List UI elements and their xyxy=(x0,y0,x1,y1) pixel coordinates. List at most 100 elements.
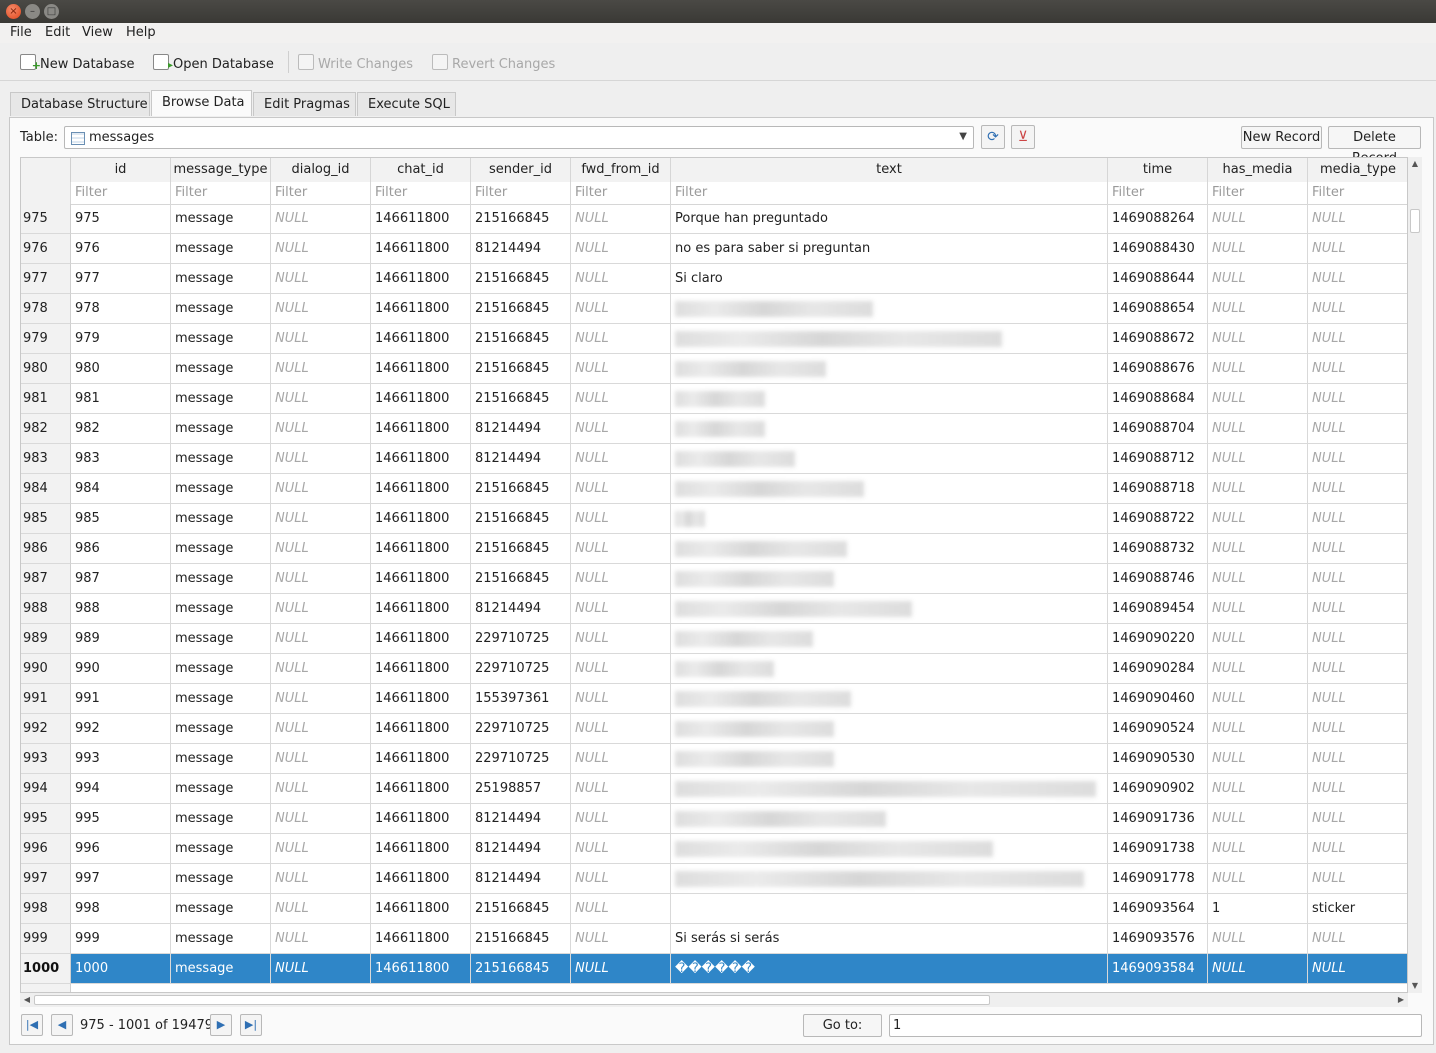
cell-message-type[interactable]: message xyxy=(171,264,271,294)
cell-has-media[interactable]: NULL xyxy=(1208,714,1308,744)
cell-media-type[interactable]: NULL xyxy=(1308,354,1407,384)
cell-sender-id[interactable]: 81214494 xyxy=(471,864,571,894)
cell-id[interactable]: 988 xyxy=(71,594,171,624)
filter-time[interactable]: Filter xyxy=(1108,182,1208,204)
next-page-button[interactable]: ▶ xyxy=(210,1014,232,1036)
cell-has-media[interactable]: NULL xyxy=(1208,924,1308,954)
new-database-button[interactable]: New Database xyxy=(20,54,135,75)
cell-sender-id[interactable]: 215166845 xyxy=(471,474,571,504)
row-number[interactable]: 993 xyxy=(21,744,71,774)
cell-sender-id[interactable]: 229710725 xyxy=(471,744,571,774)
cell-dialog-id[interactable]: NULL xyxy=(271,264,371,294)
cell-fwd-from-id[interactable]: NULL xyxy=(571,924,671,954)
filter-dialog-id[interactable]: Filter xyxy=(271,182,371,204)
cell-chat-id[interactable]: 146611800 xyxy=(371,384,471,414)
cell-sender-id[interactable]: 229710725 xyxy=(471,714,571,744)
row-number[interactable]: 997 xyxy=(21,864,71,894)
header-text[interactable]: text xyxy=(671,158,1108,182)
cell-fwd-from-id[interactable]: NULL xyxy=(571,324,671,354)
cell-fwd-from-id[interactable]: NULL xyxy=(571,264,671,294)
goto-input[interactable]: 1 xyxy=(889,1014,1422,1037)
cell-time[interactable]: 1469090220 xyxy=(1108,624,1208,654)
cell-dialog-id[interactable]: NULL xyxy=(271,534,371,564)
cell-chat-id[interactable]: 146611800 xyxy=(371,804,471,834)
vertical-scroll-thumb[interactable] xyxy=(1410,209,1420,233)
cell-media-type[interactable]: NULL xyxy=(1308,234,1407,264)
cell-has-media[interactable]: NULL xyxy=(1208,834,1308,864)
table-row[interactable]: 977 977 message NULL 146611800 215166845 NULL S… xyxy=(21,264,1407,294)
table-row[interactable]: 987 987 message NULL 146611800 215166845 NULL 1… xyxy=(21,564,1407,594)
cell-message-type[interactable]: message xyxy=(171,624,271,654)
table-row[interactable]: 985 985 message NULL 146611800 215166845 NULL 1… xyxy=(21,504,1407,534)
cell-fwd-from-id[interactable]: NULL xyxy=(571,594,671,624)
cell-has-media[interactable]: NULL xyxy=(1208,354,1308,384)
cell-id[interactable]: 976 xyxy=(71,234,171,264)
table-row[interactable]: 990 990 message NULL 146611800 229710725 NULL 1… xyxy=(21,654,1407,684)
cell-fwd-from-id[interactable]: NULL xyxy=(571,474,671,504)
cell-id[interactable]: 991 xyxy=(71,684,171,714)
cell-fwd-from-id[interactable]: NULL xyxy=(571,714,671,744)
cell-has-media[interactable]: NULL xyxy=(1208,204,1308,234)
cell-time[interactable]: 1469088732 xyxy=(1108,534,1208,564)
cell-media-type[interactable]: NULL xyxy=(1308,924,1407,954)
cell-id[interactable]: 984 xyxy=(71,474,171,504)
cell-id[interactable]: 1000 xyxy=(71,954,171,984)
cell-fwd-from-id[interactable]: NULL xyxy=(571,354,671,384)
cell-fwd-from-id[interactable]: NULL xyxy=(571,684,671,714)
cell-fwd-from-id[interactable]: NULL xyxy=(571,234,671,264)
cell-dialog-id[interactable]: NULL xyxy=(271,504,371,534)
cell-sender-id[interactable]: 215166845 xyxy=(471,954,571,984)
cell-dialog-id[interactable]: NULL xyxy=(271,714,371,744)
cell-id[interactable]: 996 xyxy=(71,834,171,864)
cell-id[interactable]: 980 xyxy=(71,354,171,384)
cell-id[interactable]: 983 xyxy=(71,444,171,474)
cell-has-media[interactable]: NULL xyxy=(1208,804,1308,834)
cell-media-type[interactable]: NULL xyxy=(1308,264,1407,294)
cell-text[interactable] xyxy=(671,894,1108,924)
menu-view[interactable]: View xyxy=(82,25,113,40)
cell-dialog-id[interactable]: NULL xyxy=(271,624,371,654)
table-row[interactable]: 998 998 message NULL 146611800 215166845 NULL 1… xyxy=(21,894,1407,924)
header-message-type[interactable]: message_type xyxy=(171,158,271,182)
cell-chat-id[interactable]: 146611800 xyxy=(371,954,471,984)
table-row[interactable]: 997 997 message NULL 146611800 81214494 NULL 14… xyxy=(21,864,1407,894)
window-minimize-button[interactable]: – xyxy=(25,4,40,19)
cell-text[interactable]: Si serás si serás xyxy=(671,924,1108,954)
cell-has-media[interactable]: 1 xyxy=(1208,894,1308,924)
cell-message-type[interactable]: message xyxy=(171,654,271,684)
cell-chat-id[interactable]: 146611800 xyxy=(371,714,471,744)
cell-fwd-from-id[interactable]: NULL xyxy=(571,444,671,474)
cell-media-type[interactable]: NULL xyxy=(1308,774,1407,804)
cell-time[interactable]: 1469093584 xyxy=(1108,954,1208,984)
cell-text[interactable] xyxy=(671,294,1108,324)
cell-time[interactable]: 1469090460 xyxy=(1108,684,1208,714)
cell-media-type[interactable]: NULL xyxy=(1308,954,1407,984)
cell-dialog-id[interactable]: NULL xyxy=(271,804,371,834)
cell-media-type[interactable]: NULL xyxy=(1308,834,1407,864)
cell-media-type[interactable]: NULL xyxy=(1308,324,1407,354)
menu-file[interactable]: File xyxy=(10,25,32,40)
cell-dialog-id[interactable]: NULL xyxy=(271,414,371,444)
row-number[interactable]: 975 xyxy=(21,204,71,234)
horizontal-scroll-thumb[interactable] xyxy=(34,995,990,1005)
table-row[interactable]: 978 978 message NULL 146611800 215166845 NULL 1… xyxy=(21,294,1407,324)
row-number[interactable]: 991 xyxy=(21,684,71,714)
cell-message-type[interactable]: message xyxy=(171,384,271,414)
cell-message-type[interactable]: message xyxy=(171,234,271,264)
header-time[interactable]: time xyxy=(1108,158,1208,182)
menu-edit[interactable]: Edit xyxy=(45,25,70,40)
cell-dialog-id[interactable]: NULL xyxy=(271,384,371,414)
cell-time[interactable]: 1469090284 xyxy=(1108,654,1208,684)
tab-database-structure[interactable]: Database Structure xyxy=(10,92,150,116)
cell-text[interactable] xyxy=(671,594,1108,624)
cell-has-media[interactable]: NULL xyxy=(1208,414,1308,444)
cell-fwd-from-id[interactable]: NULL xyxy=(571,384,671,414)
row-number[interactable]: 980 xyxy=(21,354,71,384)
cell-message-type[interactable]: message xyxy=(171,354,271,384)
cell-sender-id[interactable]: 215166845 xyxy=(471,894,571,924)
cell-chat-id[interactable]: 146611800 xyxy=(371,684,471,714)
cell-message-type[interactable]: message xyxy=(171,594,271,624)
row-number[interactable]: 996 xyxy=(21,834,71,864)
cell-message-type[interactable]: message xyxy=(171,504,271,534)
cell-message-type[interactable]: message xyxy=(171,774,271,804)
